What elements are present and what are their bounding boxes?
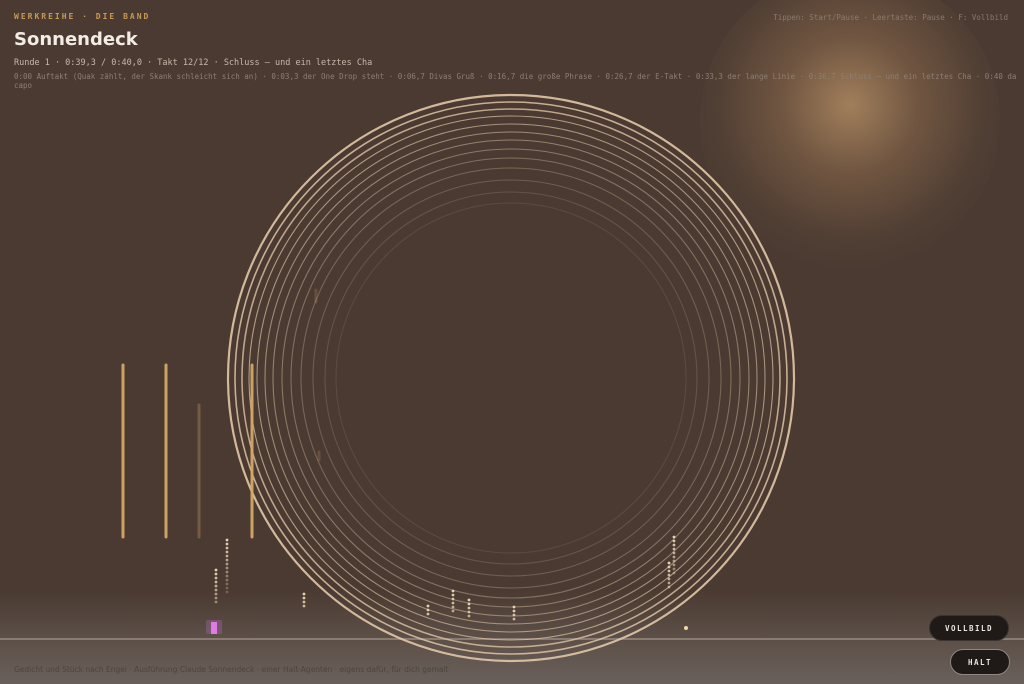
fullscreen-button[interactable]: VOLLBILD bbox=[929, 615, 1009, 641]
particle bbox=[451, 597, 455, 601]
ring bbox=[256, 123, 766, 633]
particle bbox=[214, 568, 218, 572]
particle bbox=[667, 581, 671, 585]
particle bbox=[667, 561, 671, 565]
particle bbox=[672, 563, 676, 567]
ring bbox=[248, 115, 774, 641]
particle bbox=[451, 593, 455, 597]
particle bbox=[302, 600, 306, 604]
playhead-marker bbox=[211, 622, 217, 634]
particle bbox=[512, 617, 516, 621]
particle bbox=[426, 608, 430, 612]
particle bbox=[672, 539, 676, 543]
particle bbox=[672, 535, 676, 539]
ring bbox=[312, 179, 710, 577]
particle bbox=[225, 546, 229, 550]
ring bbox=[281, 148, 741, 608]
particle bbox=[672, 567, 676, 571]
particle bbox=[225, 558, 229, 562]
particle bbox=[467, 602, 471, 606]
particle bbox=[214, 596, 218, 600]
section-timeline: 0:00 Auftakt (Quak zählt, der Skank schl… bbox=[14, 72, 1017, 90]
particle bbox=[225, 562, 229, 566]
particle bbox=[467, 614, 471, 618]
particle bbox=[426, 604, 430, 608]
particle bbox=[672, 551, 676, 555]
particle bbox=[451, 589, 455, 593]
particle bbox=[672, 543, 676, 547]
particle bbox=[451, 605, 455, 609]
particle bbox=[672, 571, 676, 575]
particle bbox=[512, 605, 516, 609]
ring bbox=[290, 157, 732, 599]
visualizer-canvas[interactable] bbox=[0, 0, 1024, 684]
particle bbox=[214, 576, 218, 580]
particle bbox=[684, 626, 688, 630]
particle bbox=[214, 600, 218, 604]
particle bbox=[225, 570, 229, 574]
level-bars bbox=[121, 288, 321, 539]
particle bbox=[467, 610, 471, 614]
particle bbox=[672, 547, 676, 551]
ring bbox=[272, 139, 750, 617]
ring bbox=[241, 108, 781, 648]
particle bbox=[225, 566, 229, 570]
particle bbox=[672, 559, 676, 563]
particle bbox=[225, 578, 229, 582]
particle bbox=[302, 604, 306, 608]
ring bbox=[264, 131, 758, 625]
particle bbox=[214, 572, 218, 576]
particle bbox=[667, 577, 671, 581]
particle bbox=[225, 574, 229, 578]
page-title: Sonnendeck bbox=[14, 29, 138, 50]
particle bbox=[225, 582, 229, 586]
particle bbox=[214, 592, 218, 596]
particle bbox=[214, 588, 218, 592]
ring-visualizer bbox=[226, 93, 796, 663]
particle bbox=[426, 612, 430, 616]
particle bbox=[302, 596, 306, 600]
particle bbox=[467, 606, 471, 610]
halt-button[interactable]: HALT bbox=[950, 649, 1010, 675]
particle bbox=[667, 569, 671, 573]
playback-status: Runde 1 · 0:39,3 / 0:40,0 · Takt 12/12 ·… bbox=[14, 58, 373, 68]
particle bbox=[512, 613, 516, 617]
ring bbox=[324, 191, 698, 565]
particle bbox=[225, 542, 229, 546]
particle bbox=[214, 580, 218, 584]
particle bbox=[467, 598, 471, 602]
particle bbox=[225, 590, 229, 594]
particle bbox=[672, 555, 676, 559]
ring bbox=[300, 167, 722, 589]
particle bbox=[225, 586, 229, 590]
ring bbox=[234, 101, 788, 655]
particle bbox=[302, 592, 306, 596]
particle bbox=[512, 609, 516, 613]
particle bbox=[225, 554, 229, 558]
particle bbox=[214, 584, 218, 588]
particle bbox=[225, 550, 229, 554]
particle bbox=[225, 538, 229, 542]
header: WERKREIHE · DIE BAND Sonnendeck Runde 1 … bbox=[14, 12, 1024, 90]
particle bbox=[451, 609, 455, 613]
keyboard-hint: Tippen: Start/Pause · Leertaste: Pause ·… bbox=[773, 13, 1008, 22]
particle bbox=[667, 573, 671, 577]
particle bbox=[667, 585, 671, 589]
particle bbox=[451, 601, 455, 605]
particle bbox=[667, 565, 671, 569]
ring bbox=[335, 202, 687, 554]
credits-line: Gedicht und Stück nach Engel · Ausführun… bbox=[14, 665, 449, 674]
